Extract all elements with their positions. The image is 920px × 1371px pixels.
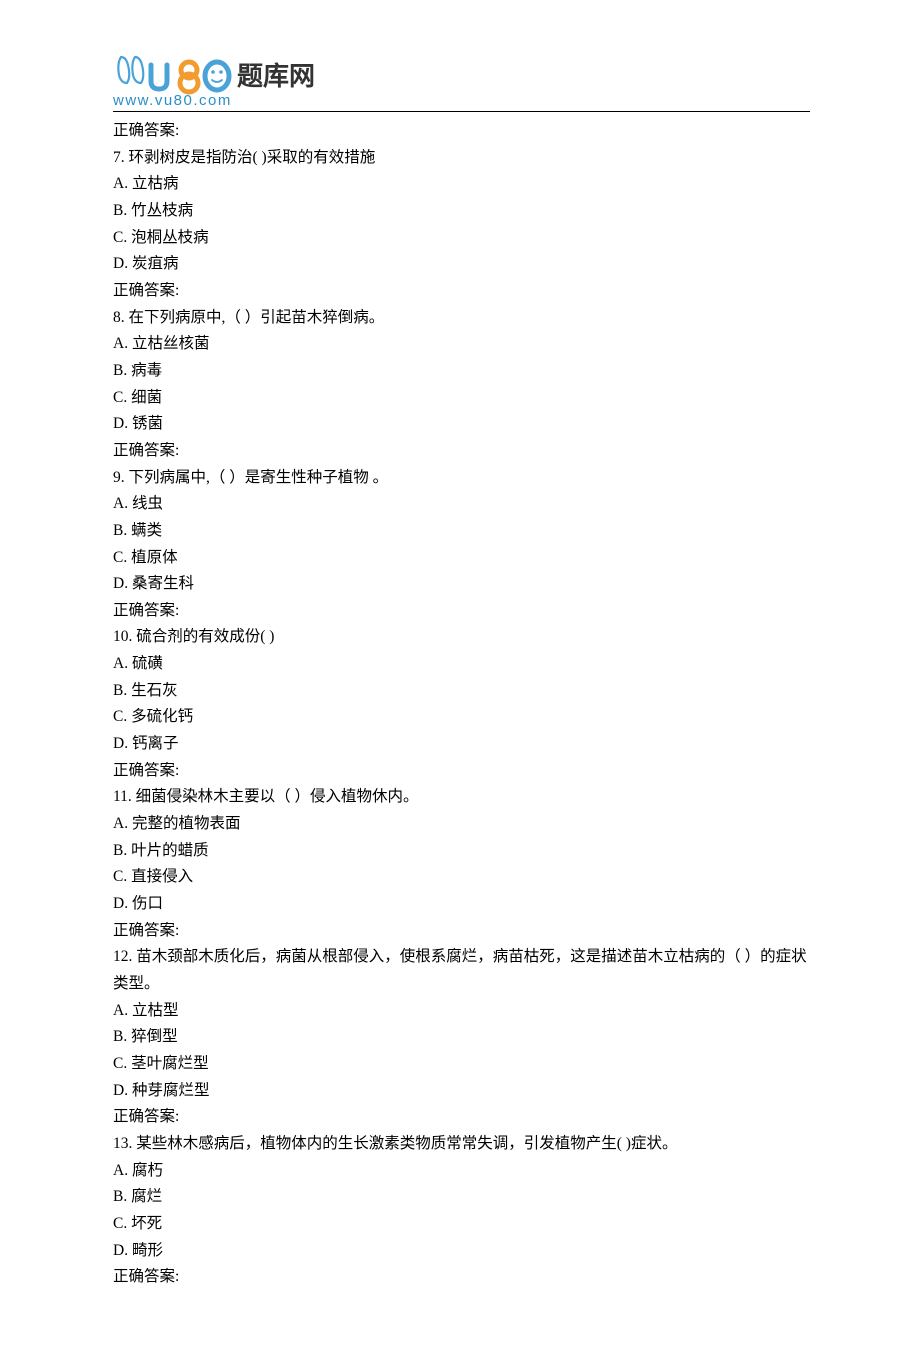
text-line: A. 硫磺: [113, 651, 810, 678]
page-container: 题库网 www.vu80.com 正确答案: 7. 环剥树皮是指防治( )采取的…: [0, 0, 920, 1371]
text-line: C. 坏死: [113, 1211, 810, 1238]
text-line: A. 线虫: [113, 491, 810, 518]
text-line: 正确答案:: [113, 438, 810, 465]
text-line: A. 立枯型: [113, 998, 810, 1025]
text-line: B. 腐烂: [113, 1184, 810, 1211]
text-line: B. 猝倒型: [113, 1024, 810, 1051]
text-line: 正确答案:: [113, 278, 810, 305]
text-line: C. 直接侵入: [113, 864, 810, 891]
text-line: A. 立枯丝核菌: [113, 331, 810, 358]
text-line: 正确答案:: [113, 1264, 810, 1291]
svg-text:题库网: 题库网: [237, 61, 315, 91]
header-separator: [113, 111, 810, 112]
text-line: 9. 下列病属中,（ ）是寄生性种子植物 。: [113, 465, 810, 492]
text-line: D. 伤口: [113, 891, 810, 918]
logo-area: 题库网 www.vu80.com: [113, 55, 810, 109]
text-line: C. 细菌: [113, 385, 810, 412]
text-line: 12. 苗木颈部木质化后，病菌从根部侵入，使根系腐烂，病苗枯死，这是描述苗木立枯…: [113, 944, 810, 997]
text-line: 正确答案:: [113, 918, 810, 945]
site-logo: 题库网 www.vu80.com: [113, 55, 333, 109]
text-line: C. 泡桐丛枝病: [113, 225, 810, 252]
svg-text:www.vu80.com: www.vu80.com: [113, 92, 232, 109]
text-line: 7. 环剥树皮是指防治( )采取的有效措施: [113, 145, 810, 172]
text-line: D. 锈菌: [113, 411, 810, 438]
text-line: D. 钙离子: [113, 731, 810, 758]
text-line: 13. 某些林木感病后，植物体内的生长激素类物质常常失调，引发植物产生( )症状…: [113, 1131, 810, 1158]
text-line: B. 叶片的蜡质: [113, 838, 810, 865]
text-line: A. 立枯病: [113, 171, 810, 198]
text-line: D. 炭疽病: [113, 251, 810, 278]
text-line: A. 完整的植物表面: [113, 811, 810, 838]
content-body: 正确答案: 7. 环剥树皮是指防治( )采取的有效措施 A. 立枯病 B. 竹丛…: [113, 118, 810, 1291]
text-line: 正确答案:: [113, 598, 810, 625]
text-line: 10. 硫合剂的有效成份( ): [113, 624, 810, 651]
text-line: 正确答案:: [113, 1104, 810, 1131]
text-line: 正确答案:: [113, 118, 810, 145]
text-line: B. 螨类: [113, 518, 810, 545]
text-line: A. 腐朽: [113, 1158, 810, 1185]
text-line: D. 畸形: [113, 1238, 810, 1265]
text-line: 8. 在下列病原中,（ ）引起苗木猝倒病。: [113, 305, 810, 332]
text-line: D. 种芽腐烂型: [113, 1078, 810, 1105]
text-line: D. 桑寄生科: [113, 571, 810, 598]
text-line: B. 病毒: [113, 358, 810, 385]
text-line: C. 茎叶腐烂型: [113, 1051, 810, 1078]
text-line: 11. 细菌侵染林木主要以（ ）侵入植物休内。: [113, 784, 810, 811]
text-line: C. 植原体: [113, 545, 810, 572]
text-line: B. 生石灰: [113, 678, 810, 705]
text-line: B. 竹丛枝病: [113, 198, 810, 225]
text-line: 正确答案:: [113, 758, 810, 785]
text-line: C. 多硫化钙: [113, 704, 810, 731]
